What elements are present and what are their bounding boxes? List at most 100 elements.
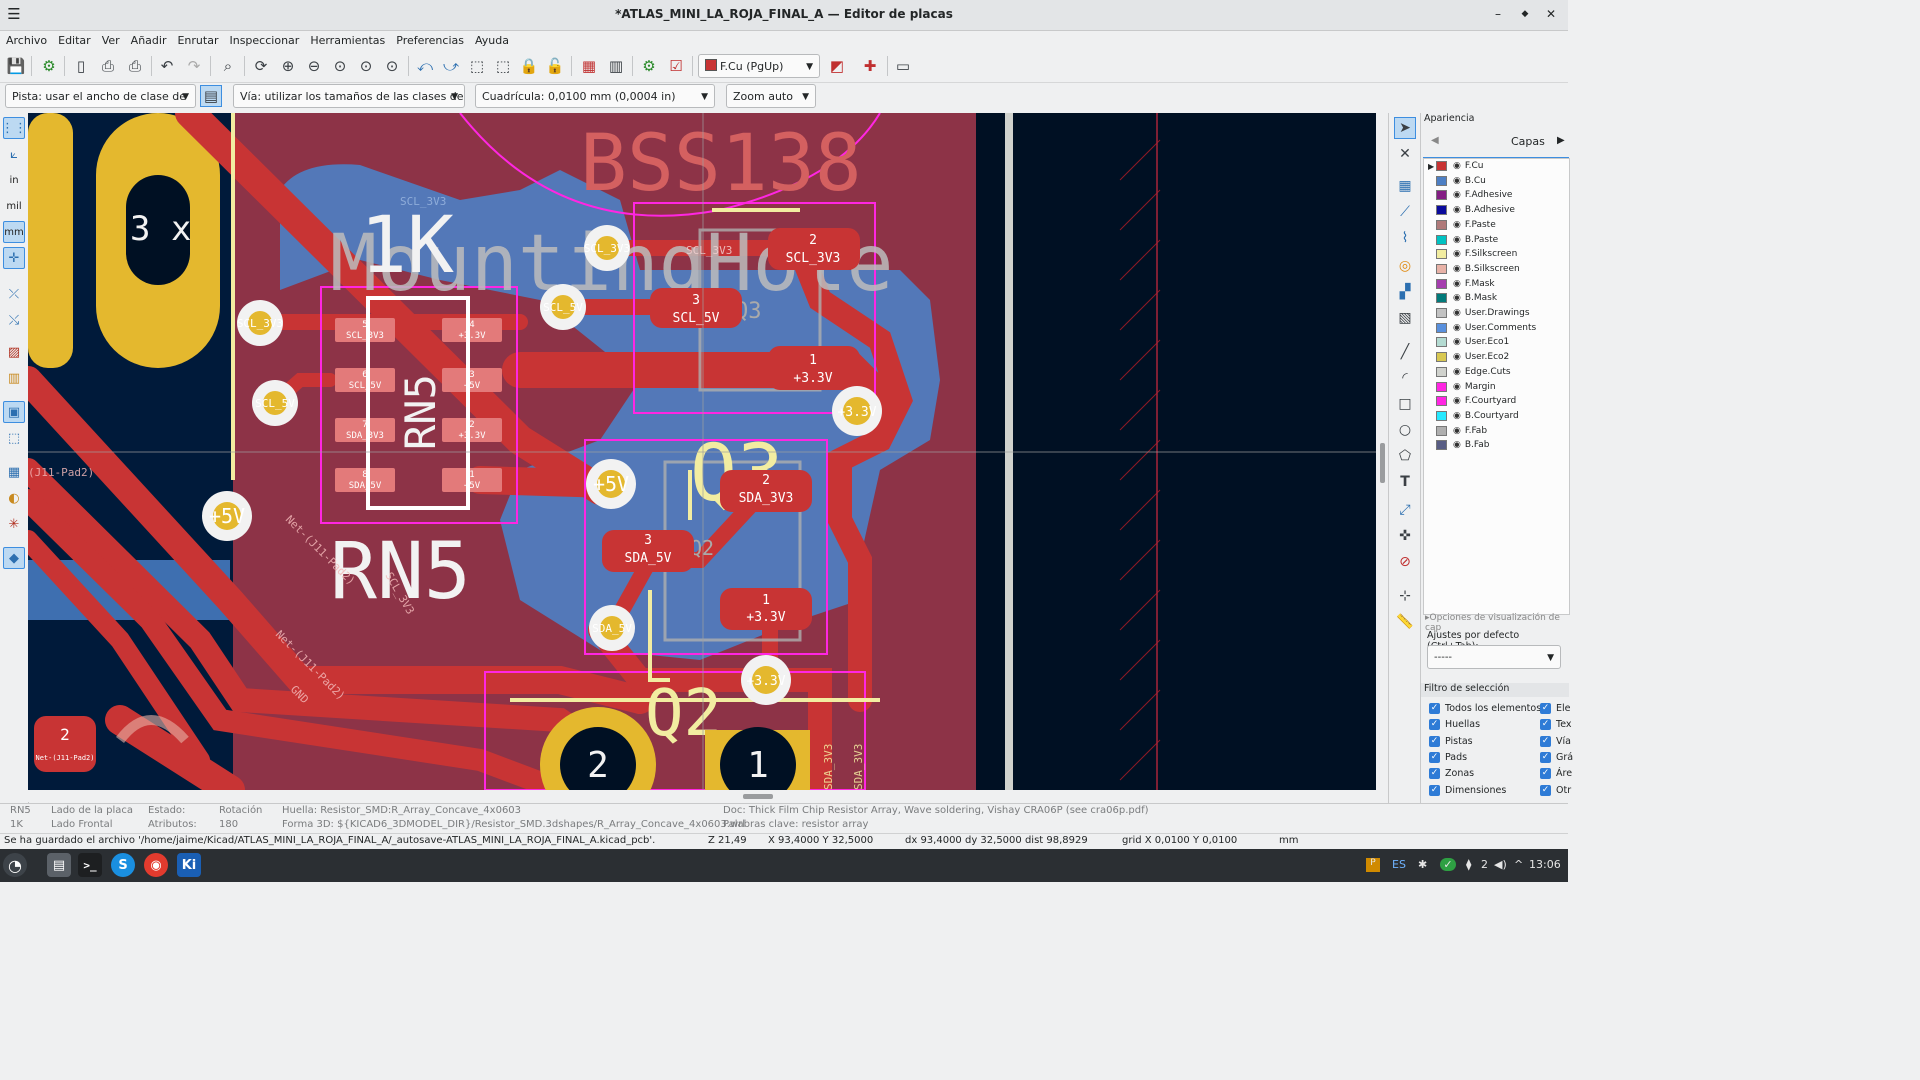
zoom-selection-icon[interactable]: ⊙ — [381, 55, 403, 77]
grid-select[interactable]: Cuadrícula: 0,0100 mm (0,0004 in) ▼ — [475, 84, 715, 108]
find-icon[interactable]: ⌕ — [217, 55, 239, 77]
volume-icon[interactable]: ◀) — [1494, 858, 1507, 871]
chevron-up-icon[interactable]: ^ — [1514, 858, 1523, 871]
layer-color-swatch[interactable] — [1436, 293, 1447, 304]
measure-icon[interactable]: 📏 — [1394, 611, 1416, 633]
add-zone-icon[interactable]: ▞ — [1394, 281, 1416, 303]
zoom-objects-icon[interactable]: ⊙ — [355, 55, 377, 77]
zoom-out-icon[interactable]: ⊖ — [303, 55, 325, 77]
filter-checkbox[interactable]: ✓ Vía — [1540, 735, 1571, 747]
layer-color-swatch[interactable] — [1436, 308, 1447, 318]
contrast-icon[interactable]: ◐ — [3, 487, 25, 509]
undo-icon[interactable]: ↶ — [156, 55, 178, 77]
tab-prev-icon[interactable]: ◀ — [1431, 135, 1439, 146]
set-origin-icon[interactable]: ⊹ — [1394, 585, 1416, 607]
layer-color-swatch[interactable] — [1436, 263, 1447, 274]
menu-enrutar[interactable]: Enrutar — [171, 31, 223, 47]
rule-area-icon[interactable]: ▧ — [1394, 307, 1416, 329]
layer-color-swatch[interactable] — [1436, 366, 1447, 377]
unlock-icon[interactable]: 🔓 — [544, 55, 566, 77]
auto-track-width-icon[interactable]: ▤ — [200, 85, 222, 107]
menu-herramientas[interactable]: Herramientas — [304, 31, 390, 47]
layer-pair-icon[interactable]: ◩ — [826, 55, 848, 77]
units-mm-button[interactable]: mm — [3, 221, 25, 243]
eye-icon[interactable]: ◉ — [1453, 323, 1461, 333]
menu-ver[interactable]: Ver — [96, 31, 125, 47]
eye-icon[interactable]: ◉ — [1453, 411, 1461, 421]
horizontal-scrollbar[interactable] — [28, 790, 1388, 802]
track-fill-icon[interactable]: ▦ — [3, 461, 25, 483]
layer-color-swatch[interactable] — [1436, 440, 1447, 451]
file-manager-icon[interactable]: ▤ — [47, 853, 71, 877]
cursor-shape-icon[interactable]: ✛ — [3, 247, 25, 269]
tab-next-icon[interactable]: ▶ — [1557, 135, 1565, 146]
layer-color-swatch[interactable] — [1436, 410, 1447, 421]
filter-checkbox[interactable]: ✓ Dimensiones — [1429, 784, 1506, 796]
checkbox-checked-icon[interactable]: ✓ — [1540, 735, 1551, 747]
via-size-select[interactable]: Vía: utilizar los tamaños de las clases … — [233, 84, 465, 127]
refresh-icon[interactable]: ⟳ — [250, 55, 272, 77]
tab-layers[interactable]: Capas — [1511, 135, 1545, 148]
layer-color-swatch[interactable] — [1436, 278, 1447, 289]
menu-ayuda[interactable]: Ayuda — [469, 31, 514, 47]
draw-line-icon[interactable]: ╱ — [1394, 341, 1416, 363]
filter-checkbox[interactable]: ✓ Pads — [1429, 751, 1467, 763]
delete-tool-icon[interactable]: ⊘ — [1394, 551, 1416, 573]
footprint-library-icon[interactable]: ▥ — [605, 55, 627, 77]
eye-icon[interactable]: ◉ — [1453, 205, 1461, 215]
tune-length-icon[interactable]: ⌇ — [1394, 227, 1416, 249]
network-icon[interactable]: ⧫ — [1466, 858, 1471, 871]
appearance-panel-icon[interactable]: ◆ — [3, 547, 25, 569]
filter-checkbox[interactable]: ✓ Grá — [1540, 751, 1573, 763]
add-via-icon[interactable]: ◎ — [1394, 255, 1416, 277]
layer-color-swatch[interactable] — [1436, 381, 1447, 392]
menu-anadir[interactable]: Añadir — [125, 31, 172, 47]
page-settings-icon[interactable]: ▯ — [70, 55, 92, 77]
checkbox-checked-icon[interactable]: ✓ — [1540, 784, 1551, 796]
checkbox-checked-icon[interactable]: ✓ — [1429, 768, 1440, 780]
zoom-fit-icon[interactable]: ⊙ — [329, 55, 351, 77]
add-dimension-icon[interactable]: ⤢ — [1394, 499, 1416, 521]
layer-row[interactable]: ◉ User.Eco2 — [1428, 350, 1509, 364]
layer-color-swatch[interactable] — [1436, 234, 1447, 245]
app-launcher-icon[interactable]: ◔ — [3, 853, 27, 877]
lock-icon[interactable]: 🔒 — [518, 55, 540, 77]
checkbox-checked-icon[interactable]: ✓ — [1540, 751, 1551, 763]
checkbox-checked-icon[interactable]: ✓ — [1540, 768, 1551, 780]
kicad-icon[interactable]: Ki — [177, 853, 201, 877]
eye-icon[interactable]: ◉ — [1453, 308, 1461, 318]
scripting-console-icon[interactable]: ▭ — [892, 55, 914, 77]
layer-row[interactable]: ◉ User.Drawings — [1428, 306, 1530, 320]
eye-icon[interactable]: ◉ — [1453, 337, 1461, 347]
layer-color-swatch[interactable] — [1436, 219, 1447, 230]
notifications-count[interactable]: 2 — [1481, 858, 1488, 871]
checkbox-checked-icon[interactable]: ✓ — [1429, 751, 1440, 763]
ungroup-icon[interactable]: ⬚ — [492, 55, 514, 77]
layer-row[interactable]: ◉ Edge.Cuts — [1428, 365, 1511, 379]
eye-icon[interactable]: ◉ — [1453, 190, 1461, 200]
layer-color-swatch[interactable] — [1436, 337, 1447, 348]
python-plugin-icon[interactable]: ✚ — [859, 55, 881, 77]
zone-fill-icon[interactable]: ▨ — [3, 341, 25, 363]
menu-inspeccionar[interactable]: Inspeccionar — [223, 31, 304, 47]
pcb-drawing[interactable]: 3 x 5 SCL_3V3 4 +3.3V 6 SCL_5V 3 +5V 7 S… — [28, 113, 1376, 790]
schematic-icon[interactable]: ⚙ — [638, 55, 660, 77]
filter-checkbox[interactable]: ✓ Huellas — [1429, 719, 1480, 731]
route-track-icon[interactable]: ⟋ — [1394, 201, 1416, 223]
checkbox-checked-icon[interactable]: ✓ — [1540, 703, 1551, 714]
keyboard-layout[interactable]: ES — [1392, 858, 1406, 871]
units-inch-button[interactable]: in — [3, 169, 25, 191]
save-icon[interactable]: 💾 — [5, 55, 27, 77]
grid-toggle-icon[interactable]: ⋮⋮ — [1, 117, 27, 139]
eye-icon[interactable]: ◉ — [1453, 426, 1461, 436]
layer-row[interactable]: ◉ F.Mask — [1428, 277, 1495, 291]
pcb-tray-icon[interactable]: P — [1366, 858, 1380, 872]
clock[interactable]: 13:06 — [1529, 858, 1561, 871]
eye-icon[interactable]: ◉ — [1453, 382, 1461, 392]
menu-editar[interactable]: Editar — [52, 31, 96, 47]
group-icon[interactable]: ⬚ — [466, 55, 488, 77]
horizontal-scroll-thumb[interactable] — [743, 794, 773, 799]
layer-row[interactable]: ◉ Margin — [1428, 380, 1496, 394]
checkbox-checked-icon[interactable]: ✓ — [1540, 719, 1551, 731]
eye-icon[interactable]: ◉ — [1453, 440, 1461, 450]
